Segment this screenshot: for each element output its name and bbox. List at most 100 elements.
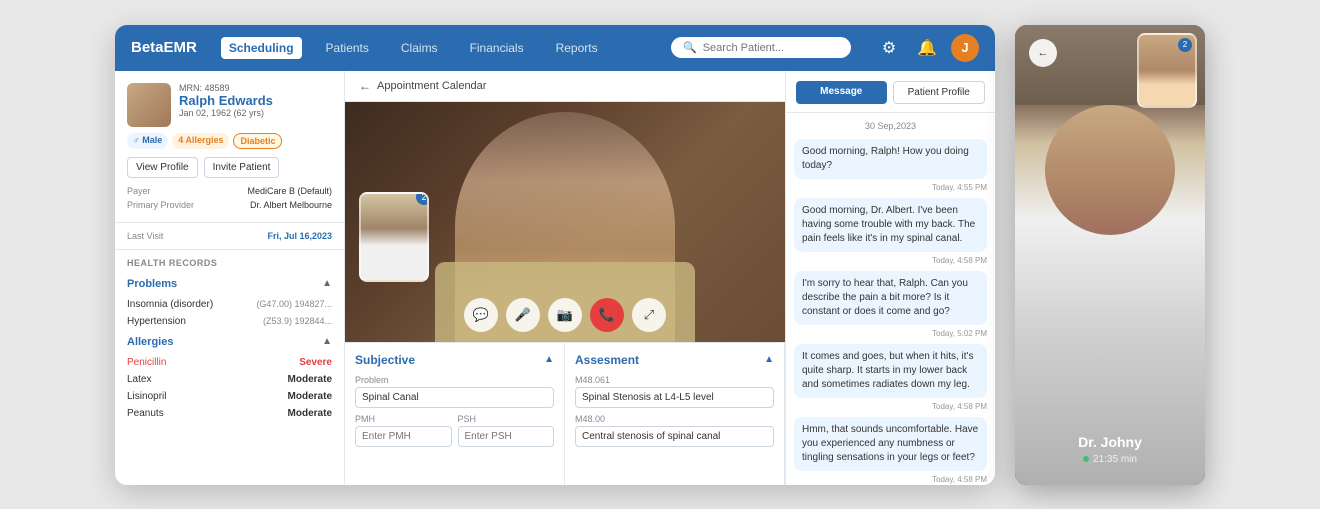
assessment-chevron: ▲ [764, 354, 774, 365]
user-avatar[interactable]: J [951, 34, 979, 62]
problem-item-insomnia: Insomnia (disorder) (G47.00) 194827... [115, 296, 344, 313]
allergies-list: Penicillin Severe Latex Moderate Lisinop… [115, 354, 344, 422]
rv-mini-video: 2 [1137, 33, 1197, 108]
rv-status: 21:35 min [1015, 454, 1205, 465]
chat-date: 30 Sep,2023 [786, 113, 995, 135]
psh-label: PSH [458, 414, 555, 424]
allergy-peanuts: Peanuts Moderate [115, 405, 344, 422]
allergy-name: Peanuts [127, 408, 164, 419]
camera-ctrl-button[interactable]: 📷 [548, 298, 582, 332]
back-arrow-icon[interactable]: ← [359, 79, 371, 93]
m48061-input[interactable] [575, 387, 774, 408]
problem-code: (G47.00) 194827... [256, 299, 332, 310]
patient-avatar-img [127, 83, 171, 127]
payer-value: MediCare B (Default) [247, 186, 332, 196]
chat-msg-2: I'm sorry to hear that, Ralph. Can you d… [794, 271, 987, 325]
subjective-title: Subjective [355, 353, 415, 367]
allergy-level: Moderate [288, 391, 332, 402]
top-nav: BetaEMR Scheduling Patients Claims Finan… [115, 25, 995, 71]
patient-info-rows: Payer MediCare B (Default) Primary Provi… [127, 186, 332, 210]
view-profile-button[interactable]: View Profile [127, 157, 198, 178]
search-input[interactable] [703, 42, 823, 54]
nav-scheduling[interactable]: Scheduling [221, 37, 302, 59]
nav-patients[interactable]: Patients [318, 37, 377, 59]
breadcrumb-bar: ← Appointment Calendar [345, 71, 785, 102]
mic-ctrl-button[interactable]: 🎤 [506, 298, 540, 332]
right-chat-panel: Message Patient Profile 30 Sep,2023 Good… [785, 71, 995, 485]
patient-info: MRN: 48589 Ralph Edwards Jan 02, 1962 (6… [115, 71, 344, 223]
problems-section-header[interactable]: Problems ▲ [115, 272, 344, 296]
invite-patient-button[interactable]: Invite Patient [204, 157, 280, 178]
payer-row: Payer MediCare B (Default) [127, 186, 332, 196]
allergy-latex: Latex Moderate [115, 371, 344, 388]
allergy-level: Moderate [288, 374, 332, 385]
problem-name: Hypertension [127, 316, 186, 327]
video-area: 2 💬 🎤 📷 📞 ⤢ [345, 102, 785, 342]
nav-financials[interactable]: Financials [462, 37, 532, 59]
health-records-title: HEALTH RECORDS [115, 250, 344, 272]
problem-field-label: Problem [355, 375, 554, 385]
nav-icon-group: ⚙ 🔔 J [875, 34, 979, 62]
patient-details: MRN: 48589 Ralph Edwards Jan 02, 1962 (6… [179, 83, 332, 118]
pmh-psh-row: PMH PSH [355, 408, 554, 447]
pmh-input[interactable] [355, 426, 452, 447]
chat-msg-4: Hmm, that sounds uncomfortable. Have you… [794, 417, 987, 471]
allergies-chevron: ▲ [322, 336, 332, 347]
problems-title: Problems [127, 278, 177, 290]
chat-msg-1: Good morning, Dr. Albert. I've been havi… [794, 198, 987, 252]
rv-doctor-info: Dr. Johny 21:35 min [1015, 434, 1205, 465]
chat-time-3: Today, 4:58 PM [794, 402, 987, 411]
subjective-header: Subjective ▲ [355, 353, 554, 367]
tab-patient-profile[interactable]: Patient Profile [893, 81, 986, 104]
search-bar[interactable]: 🔍 [671, 37, 851, 58]
nav-claims[interactable]: Claims [393, 37, 446, 59]
last-visit-row: Last Visit Fri, Jul 16,2023 [115, 223, 344, 250]
rv-back-button[interactable]: ← [1029, 39, 1057, 67]
m48061-label: M48.061 [575, 375, 774, 385]
bell-icon[interactable]: 🔔 [913, 34, 941, 62]
problem-item-hypertension: Hypertension (Z53.9) 192844... [115, 313, 344, 330]
problem-code: (Z53.9) 192844... [263, 316, 332, 327]
allergy-level: Moderate [288, 408, 332, 419]
rv-call-time: 21:35 min [1093, 454, 1137, 465]
provider-value: Dr. Albert Melbourne [250, 200, 332, 210]
allergy-penicillin: Penicillin Severe [115, 354, 344, 371]
provider-label: Primary Provider [127, 200, 194, 210]
bottom-split: Subjective ▲ Problem PMH PSH [345, 342, 785, 485]
last-visit-value: Fri, Jul 16,2023 [267, 231, 332, 241]
allergy-name: Latex [127, 374, 151, 385]
pmh-label: PMH [355, 414, 452, 424]
breadcrumb-text[interactable]: Appointment Calendar [377, 80, 486, 92]
allergy-lisinopril: Lisinopril Moderate [115, 388, 344, 405]
video-controls: 💬 🎤 📷 📞 ⤢ [464, 298, 666, 332]
expand-ctrl-button[interactable]: ⤢ [632, 298, 666, 332]
chat-msg-0: Good morning, Ralph! How you doing today… [794, 139, 987, 179]
content-area: MRN: 48589 Ralph Edwards Jan 02, 1962 (6… [115, 71, 995, 485]
patient-avatar [127, 83, 171, 127]
nav-reports[interactable]: Reports [548, 37, 606, 59]
psh-input[interactable] [458, 426, 555, 447]
payer-label: Payer [127, 186, 151, 196]
problems-chevron: ▲ [322, 278, 332, 289]
chat-ctrl-button[interactable]: 💬 [464, 298, 498, 332]
m4800-label: M48.00 [575, 414, 774, 424]
patient-top: MRN: 48589 Ralph Edwards Jan 02, 1962 (6… [127, 83, 332, 127]
problem-input[interactable] [355, 387, 554, 408]
subjective-panel: Subjective ▲ Problem PMH PSH [345, 343, 565, 485]
allergy-name: Penicillin [127, 357, 166, 368]
chat-time-4: Today, 4:58 PM [794, 475, 987, 484]
allergy-name: Lisinopril [127, 391, 166, 402]
provider-row: Primary Provider Dr. Albert Melbourne [127, 200, 332, 210]
action-buttons: View Profile Invite Patient [127, 157, 332, 178]
mrn-text: MRN: 48589 [179, 83, 332, 93]
mini-video: 2 [359, 192, 429, 282]
settings-icon[interactable]: ⚙ [875, 34, 903, 62]
chat-tabs: Message Patient Profile [786, 71, 995, 113]
tab-message[interactable]: Message [796, 81, 887, 104]
end-call-button[interactable]: 📞 [590, 298, 624, 332]
allergy-level: Severe [299, 357, 332, 368]
allergies-section-header[interactable]: Allergies ▲ [115, 330, 344, 354]
left-sidebar: MRN: 48589 Ralph Edwards Jan 02, 1962 (6… [115, 71, 345, 485]
m4800-input[interactable] [575, 426, 774, 447]
rv-mini-badge: 2 [1178, 38, 1192, 52]
